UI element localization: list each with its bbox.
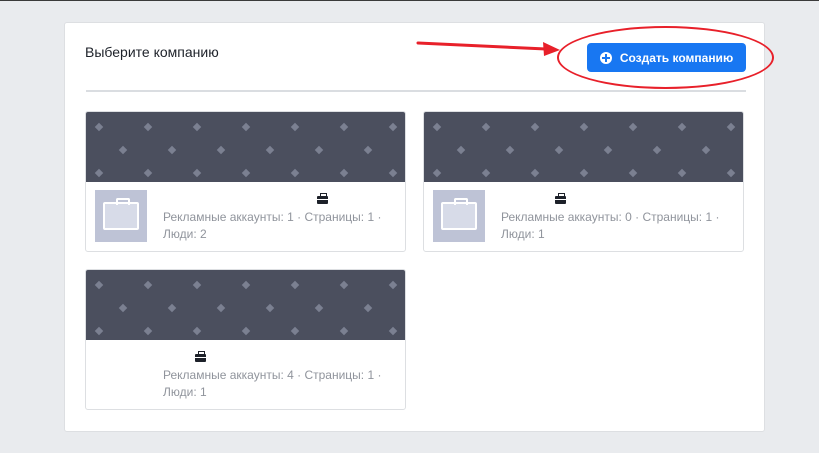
briefcase-placeholder-icon — [441, 198, 477, 230]
company-name — [163, 351, 313, 365]
company-thumbnail — [433, 190, 485, 242]
company-stats-line1: Рекламные аккаунты: 1 · Страницы: 1 · — [163, 210, 382, 224]
company-stats-line1: Рекламные аккаунты: 0 · Страницы: 1 · — [501, 210, 720, 224]
company-stats-line2: Люди: 1 — [163, 385, 207, 399]
company-name — [501, 193, 651, 207]
briefcase-placeholder-icon — [103, 198, 139, 230]
company-stats: Рекламные аккаунты: 4 · Страницы: 1 · Лю… — [163, 367, 398, 401]
briefcase-icon — [195, 351, 206, 362]
company-thumbnail — [95, 348, 147, 400]
briefcase-icon — [555, 193, 566, 204]
company-cover — [86, 112, 405, 182]
cover-pattern — [432, 122, 736, 178]
company-name — [163, 193, 313, 207]
company-stats-line2: Люди: 1 — [501, 227, 545, 241]
divider — [86, 90, 746, 92]
company-thumbnail — [95, 190, 147, 242]
cover-pattern — [94, 122, 398, 178]
company-stats-line1: Рекламные аккаунты: 4 · Страницы: 1 · — [163, 368, 382, 382]
company-cover — [86, 270, 405, 340]
company-stats: Рекламные аккаунты: 0 · Страницы: 1 · Лю… — [501, 209, 736, 243]
company-cover — [424, 112, 743, 182]
company-card[interactable]: Рекламные аккаунты: 4 · Страницы: 1 · Лю… — [85, 269, 406, 410]
briefcase-icon — [317, 193, 328, 204]
company-stats: Рекламные аккаунты: 1 · Страницы: 1 · Лю… — [163, 209, 398, 243]
highlight-ellipse — [557, 26, 774, 89]
company-card[interactable]: Рекламные аккаунты: 0 · Страницы: 1 · Лю… — [423, 111, 744, 252]
page-title: Выберите компанию — [85, 44, 219, 60]
cover-pattern — [94, 280, 398, 336]
company-card[interactable]: Рекламные аккаунты: 1 · Страницы: 1 · Лю… — [85, 111, 406, 252]
company-stats-line2: Люди: 2 — [163, 227, 207, 241]
